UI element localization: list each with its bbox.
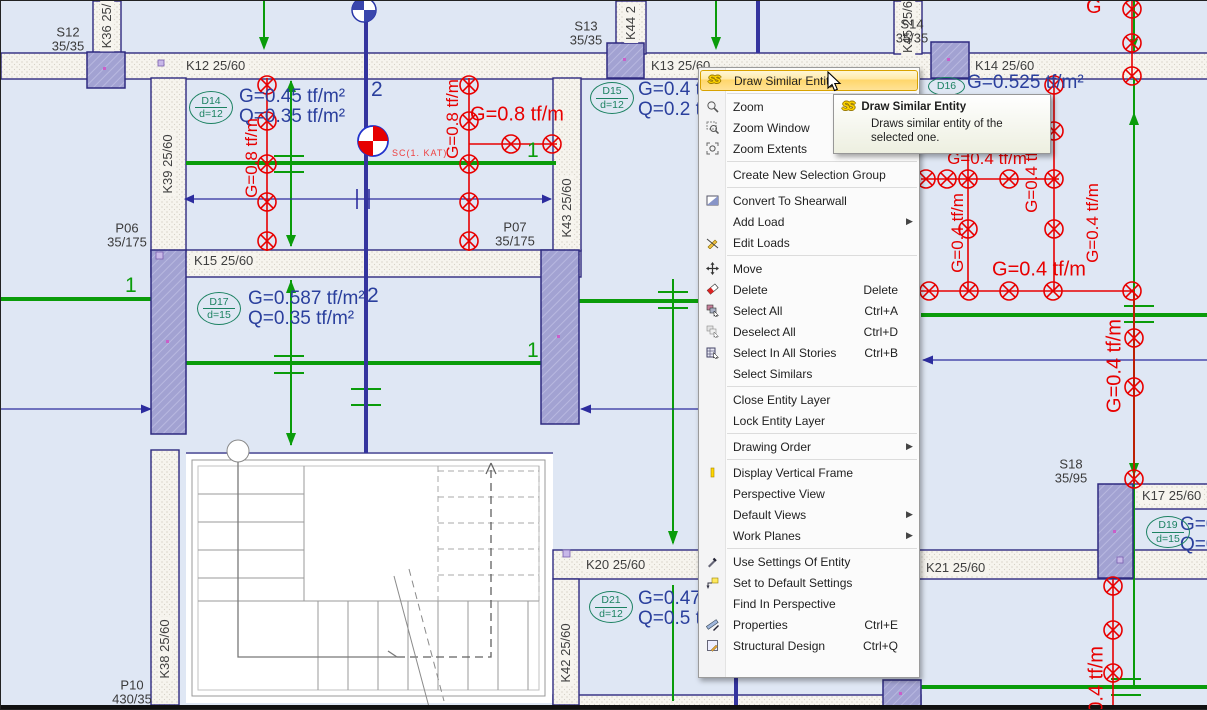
delete-icon — [700, 283, 725, 296]
menu-item-label: Move — [725, 262, 898, 276]
menu-item-label: Find In Perspective — [725, 597, 898, 611]
menu-item-work-planes[interactable]: Work Planes ▶ — [700, 525, 918, 546]
move-icon — [700, 262, 725, 275]
menu-item-label: Work Planes — [725, 529, 898, 543]
menu-item-convert-to-shearwall[interactable]: Convert To Shearwall — [700, 190, 918, 211]
menu-item-label: Display Vertical Frame — [725, 466, 898, 480]
deselect-all-icon — [700, 325, 725, 338]
submenu-arrow-icon: ▶ — [906, 441, 918, 452]
menu-separator — [727, 548, 917, 549]
menu-item-drawing-order[interactable]: Drawing Order ▶ — [700, 436, 918, 457]
select-stories-icon — [700, 346, 725, 359]
submenu-arrow-icon: ▶ — [906, 216, 918, 227]
eyedropper-icon — [700, 555, 725, 568]
submenu-arrow-icon: ▶ — [906, 509, 918, 520]
tooltip-title: Draw Similar Entity — [861, 101, 966, 113]
zoom-extents-icon — [700, 142, 725, 155]
edit-loads-icon — [700, 236, 725, 249]
menu-item-find-in-perspective[interactable]: Find In Perspective — [700, 593, 918, 614]
menu-item-label: Structural Design — [725, 639, 863, 653]
menu-item-label: Lock Entity Layer — [725, 414, 898, 428]
menu-item-shortcut: Ctrl+A — [864, 304, 906, 318]
menu-item-label: Use Settings Of Entity — [725, 555, 898, 569]
menu-item-add-load[interactable]: Add Load ▶ — [700, 211, 918, 232]
menu-item-use-settings-of-entity[interactable]: Use Settings Of Entity — [700, 551, 918, 572]
menu-item-label: Draw Similar Entity — [726, 74, 897, 88]
menu-item-label: Perspective View — [725, 487, 898, 501]
zoom-window-icon — [700, 121, 725, 134]
menu-item-properties[interactable]: PropertiesCtrl+E — [700, 614, 918, 635]
draw-similar-icon: SS — [701, 75, 726, 86]
context-menu: SSDraw Similar EntityZoomZoom WindowZoom… — [698, 67, 920, 678]
menu-item-shortcut: Delete — [863, 283, 906, 297]
menu-separator — [727, 386, 917, 387]
menu-item-label: Select In All Stories — [725, 346, 864, 360]
vertical-frame-icon — [700, 466, 725, 479]
tooltip-body: Draws similar entity of the selected one… — [871, 117, 1042, 146]
menu-item-label: Set to Default Settings — [725, 576, 898, 590]
menu-item-default-views[interactable]: Default Views ▶ — [700, 504, 918, 525]
menu-item-structural-design[interactable]: Structural DesignCtrl+Q — [700, 635, 918, 656]
submenu-arrow-icon: ▶ — [906, 530, 918, 541]
shearwall-icon — [700, 194, 725, 207]
menu-separator — [727, 459, 917, 460]
menu-item-label: Create New Selection Group — [725, 168, 898, 182]
structural-design-icon — [700, 639, 725, 652]
menu-item-lock-entity-layer[interactable]: Lock Entity Layer — [700, 410, 918, 431]
properties-icon — [700, 618, 725, 631]
menu-item-label: Default Views — [725, 508, 898, 522]
menu-separator — [727, 187, 917, 188]
menu-separator — [727, 161, 917, 162]
menu-item-label: Select Similars — [725, 367, 898, 381]
menu-item-label: Deselect All — [725, 325, 864, 339]
menu-item-delete[interactable]: DeleteDelete — [700, 279, 918, 300]
menu-item-select-in-all-stories[interactable]: Select In All StoriesCtrl+B — [700, 342, 918, 363]
menu-item-shortcut: Ctrl+B — [864, 346, 906, 360]
mass-center-symbol — [358, 126, 388, 156]
menu-item-set-to-default-settings[interactable]: Set to Default Settings — [700, 572, 918, 593]
menu-item-label: Convert To Shearwall — [725, 194, 898, 208]
menu-item-label: Add Load — [725, 215, 898, 229]
menu-item-draw-similar-entity[interactable]: SSDraw Similar Entity — [700, 70, 918, 91]
menu-separator — [727, 433, 917, 434]
cad-application-viewport: K12 25/60K13 25/60K14 25/60K15 25/60K20 … — [0, 0, 1207, 710]
menu-item-deselect-all[interactable]: Deselect AllCtrl+D — [700, 321, 918, 342]
drawing-bottom-edge — [1, 705, 1207, 709]
tooltip: SS Draw Similar Entity Draws similar ent… — [833, 94, 1051, 154]
staircase — [186, 440, 553, 707]
select-all-icon — [700, 304, 725, 317]
menu-item-label: Select All — [725, 304, 864, 318]
menu-item-select-all[interactable]: Select AllCtrl+A — [700, 300, 918, 321]
zoom-icon — [700, 100, 725, 113]
menu-item-select-similars[interactable]: Select Similars — [700, 363, 918, 384]
menu-item-close-entity-layer[interactable]: Close Entity Layer — [700, 389, 918, 410]
menu-item-label: Drawing Order — [725, 440, 898, 454]
draw-similar-icon: SS — [842, 101, 853, 113]
menu-item-shortcut: Ctrl+Q — [863, 639, 906, 653]
menu-item-perspective-view[interactable]: Perspective View — [700, 483, 918, 504]
menu-item-label: Delete — [725, 283, 863, 297]
menu-item-label: Properties — [725, 618, 864, 632]
section-marker-icon — [352, 1, 376, 22]
menu-separator — [727, 255, 917, 256]
menu-item-display-vertical-frame[interactable]: Display Vertical Frame — [700, 462, 918, 483]
menu-item-label: Edit Loads — [725, 236, 898, 250]
menu-item-create-new-selection-group[interactable]: Create New Selection Group — [700, 164, 918, 185]
set-default-icon — [700, 576, 725, 589]
menu-item-shortcut: Ctrl+D — [864, 325, 906, 339]
menu-item-move[interactable]: Move — [700, 258, 918, 279]
menu-item-label: Close Entity Layer — [725, 393, 898, 407]
menu-item-shortcut: Ctrl+E — [864, 618, 906, 632]
menu-item-edit-loads[interactable]: Edit Loads — [700, 232, 918, 253]
